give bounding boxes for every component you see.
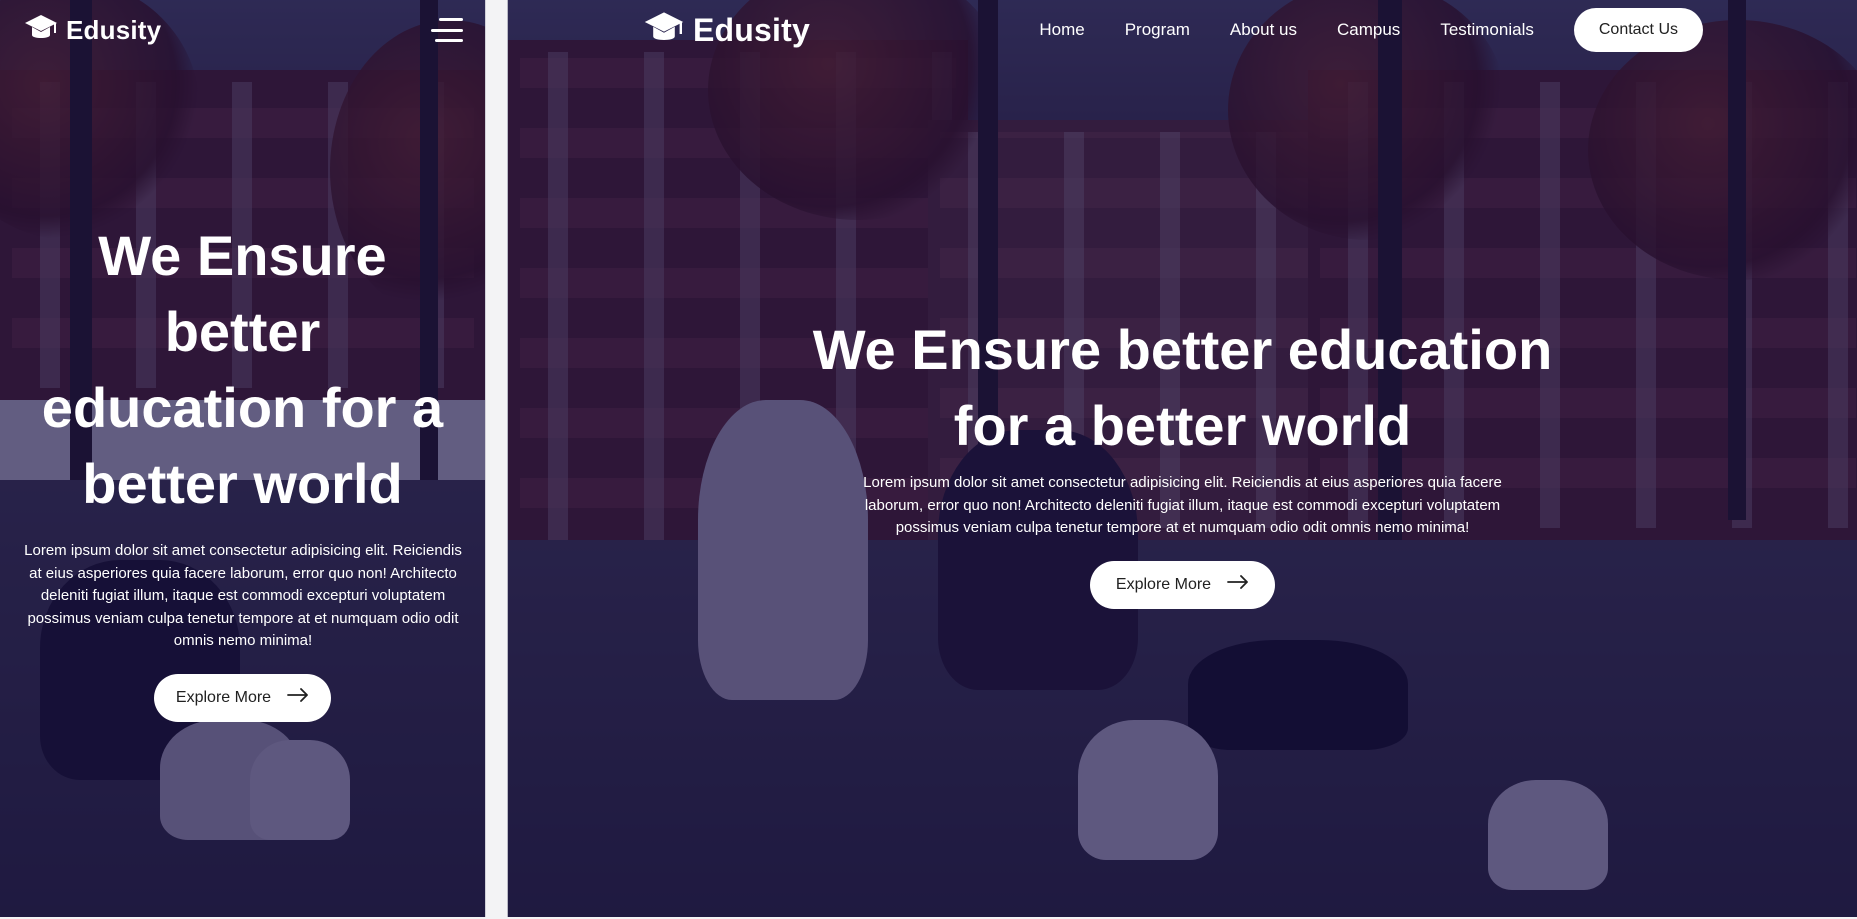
navbar: Edusity Home Program About us Campus Tes…: [508, 0, 1857, 60]
nav-link-home[interactable]: Home: [1039, 20, 1084, 40]
brand-name: Edusity: [66, 14, 162, 45]
hero-section: We Ensure better education for a better …: [508, 312, 1857, 609]
nav-links: Home Program About us Campus Testimonial…: [999, 20, 1534, 40]
explore-more-label: Explore More: [175, 688, 272, 706]
logo[interactable]: Edusity: [643, 10, 810, 51]
hero-description: Lorem ipsum dolor sit amet consectetur a…: [863, 474, 1502, 536]
hero-section: We Ensure better education for a better …: [0, 218, 485, 722]
graduation-cap-icon: [24, 13, 58, 48]
hero-description: Lorem ipsum dolor sit amet consectetur a…: [24, 542, 462, 649]
nav-link-testimonials[interactable]: Testimonials: [1440, 20, 1534, 40]
explore-more-button[interactable]: Explore More: [153, 673, 332, 722]
graduation-cap-icon: [643, 10, 685, 51]
nav-link-campus[interactable]: Campus: [1337, 20, 1400, 40]
mobile-view: Edusity We Ensure better education for a…: [0, 0, 486, 917]
hero-title: We Ensure better education for a better …: [812, 318, 1553, 457]
arrow-right-icon: [1227, 575, 1249, 594]
hamburger-menu-icon[interactable]: [431, 18, 463, 42]
explore-more-button[interactable]: Explore More: [1089, 560, 1276, 609]
screenshot-canvas: Edusity We Ensure better education for a…: [0, 0, 1857, 919]
explore-more-label: Explore More: [1115, 575, 1212, 593]
desktop-view: Edusity Home Program About us Campus Tes…: [507, 0, 1857, 917]
brand-name: Edusity: [693, 11, 810, 48]
arrow-right-icon: [287, 688, 309, 707]
navbar: Edusity: [0, 0, 485, 60]
nav-link-program[interactable]: Program: [1125, 20, 1190, 40]
contact-us-button[interactable]: Contact Us: [1573, 8, 1703, 52]
hero-title: We Ensure better education for a better …: [41, 224, 444, 515]
logo[interactable]: Edusity: [24, 13, 161, 48]
nav-link-about-us[interactable]: About us: [1230, 20, 1297, 40]
